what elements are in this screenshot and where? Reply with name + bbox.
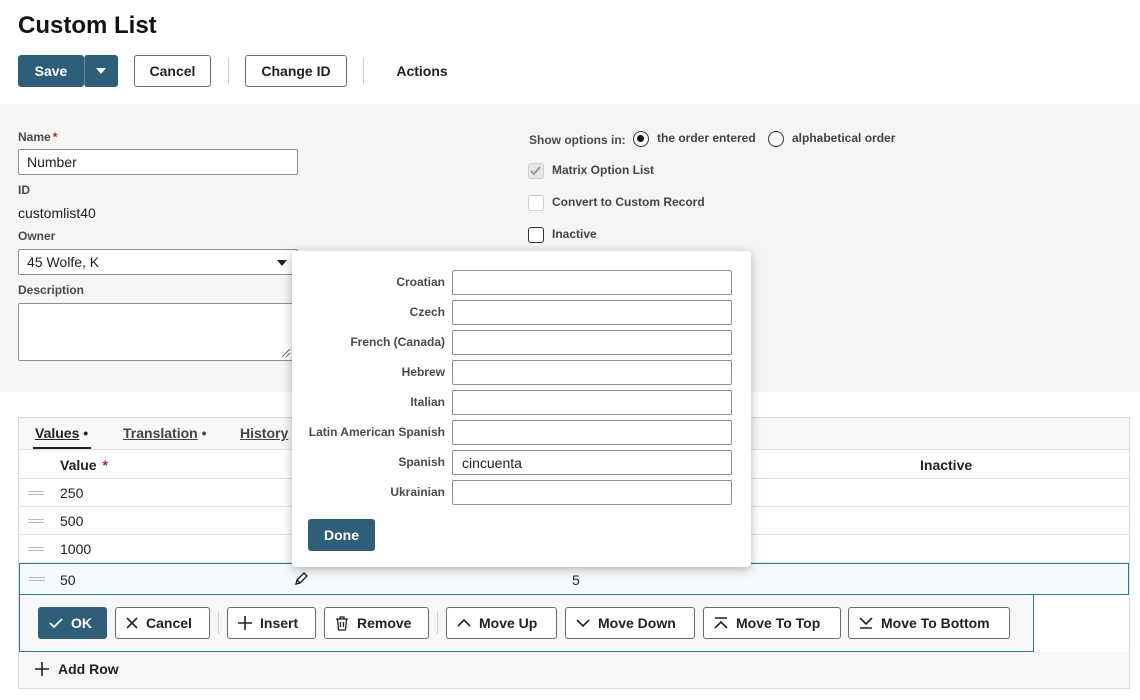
move-to-bottom-icon bbox=[859, 617, 873, 629]
edit-row[interactable]: 50 5 bbox=[19, 563, 1129, 595]
toolbar-divider bbox=[437, 612, 438, 634]
add-row-bar bbox=[19, 652, 1129, 688]
active-tab-indicator bbox=[33, 447, 91, 449]
czech-input[interactable] bbox=[452, 300, 732, 325]
drag-handle-icon[interactable] bbox=[28, 547, 44, 551]
move-up-button[interactable]: Move Up bbox=[446, 607, 557, 639]
radio-order-entered-label: the order entered bbox=[657, 131, 756, 145]
translation-popup: Croatian Czech French (Canada) Hebrew It… bbox=[292, 251, 751, 567]
move-to-top-button[interactable]: Move To Top bbox=[703, 607, 841, 639]
matrix-option-checkbox bbox=[528, 163, 544, 179]
owner-label: Owner bbox=[18, 229, 56, 243]
resize-handle-icon[interactable] bbox=[281, 348, 291, 358]
radio-alphabetical[interactable] bbox=[768, 131, 784, 147]
radio-order-entered[interactable] bbox=[633, 131, 649, 147]
italian-input[interactable] bbox=[452, 390, 732, 415]
row-value: 1000 bbox=[60, 541, 92, 557]
show-options-label: Show options in: bbox=[529, 133, 626, 147]
owner-select[interactable]: 45 Wolfe, K bbox=[18, 249, 298, 275]
ok-button[interactable]: OK bbox=[38, 607, 107, 639]
row-edit-toolbar: OK Cancel Insert Remove Move Up Move Dow… bbox=[19, 595, 1034, 652]
toolbar-divider bbox=[218, 612, 219, 634]
translation-label: Croatian bbox=[396, 275, 445, 289]
translation-label: Italian bbox=[410, 395, 445, 409]
convert-custom-record-label: Convert to Custom Record bbox=[552, 195, 705, 209]
tab-values[interactable]: Values • bbox=[35, 425, 88, 441]
name-input[interactable]: Number bbox=[18, 149, 298, 175]
row-value: 250 bbox=[60, 485, 84, 501]
value-column-header: Value * bbox=[60, 457, 108, 473]
save-menu-button[interactable] bbox=[84, 55, 118, 87]
spanish-input[interactable]: cincuenta bbox=[452, 450, 732, 475]
done-button[interactable]: Done bbox=[308, 519, 375, 551]
inactive-column-header: Inactive bbox=[920, 457, 973, 473]
latin-american-spanish-input[interactable] bbox=[452, 420, 732, 445]
cancel-button[interactable]: Cancel bbox=[134, 55, 211, 87]
caret-down-icon bbox=[277, 260, 287, 266]
ukrainian-input[interactable] bbox=[452, 480, 732, 505]
trash-icon bbox=[336, 615, 348, 631]
id-label: ID bbox=[18, 183, 30, 197]
matrix-option-label: Matrix Option List bbox=[552, 163, 654, 177]
move-down-button[interactable]: Move Down bbox=[565, 607, 695, 639]
page-title: Custom List bbox=[18, 12, 157, 39]
insert-button[interactable]: Insert bbox=[227, 607, 316, 639]
translation-label: French (Canada) bbox=[350, 335, 445, 349]
inactive-label: Inactive bbox=[552, 227, 597, 241]
translation-label: Spanish bbox=[398, 455, 445, 469]
hebrew-input[interactable] bbox=[452, 360, 732, 385]
add-row-button[interactable]: Add Row bbox=[35, 661, 119, 677]
description-label: Description bbox=[18, 283, 85, 297]
row-cancel-button[interactable]: Cancel bbox=[115, 607, 210, 639]
toolbar-divider bbox=[363, 58, 364, 84]
save-button[interactable]: Save bbox=[18, 55, 84, 87]
drag-handle-icon[interactable] bbox=[28, 519, 44, 523]
translation-label: Hebrew bbox=[401, 365, 445, 379]
inactive-checkbox[interactable] bbox=[528, 227, 544, 243]
owner-value: 45 Wolfe, K bbox=[27, 254, 100, 270]
translation-label: Ukrainian bbox=[390, 485, 445, 499]
french-canada-input[interactable] bbox=[452, 330, 732, 355]
translation-label: Latin American Spanish bbox=[308, 425, 445, 439]
edit-row-order: 5 bbox=[572, 572, 580, 588]
plus-icon bbox=[35, 662, 49, 676]
row-value: 500 bbox=[60, 513, 84, 529]
caret-down-icon bbox=[96, 68, 106, 74]
chevron-down-icon bbox=[576, 619, 590, 627]
radio-alphabetical-label: alphabetical order bbox=[792, 131, 896, 145]
check-icon bbox=[530, 166, 541, 176]
id-value: customlist40 bbox=[18, 205, 96, 221]
check-icon bbox=[49, 618, 63, 629]
pencil-icon[interactable] bbox=[293, 571, 309, 587]
plus-icon bbox=[238, 616, 252, 630]
drag-handle-icon[interactable] bbox=[28, 491, 44, 495]
croatian-input[interactable] bbox=[452, 270, 732, 295]
name-label: Name * bbox=[18, 130, 58, 144]
chevron-up-icon bbox=[457, 619, 471, 627]
tab-translation[interactable]: Translation • bbox=[123, 425, 206, 441]
change-id-button[interactable]: Change ID bbox=[245, 55, 347, 87]
actions-menu[interactable]: Actions bbox=[382, 55, 462, 87]
required-mark: * bbox=[52, 130, 58, 144]
drag-handle-icon[interactable] bbox=[29, 577, 45, 581]
convert-custom-record-checkbox bbox=[528, 195, 544, 211]
translation-label: Czech bbox=[409, 305, 445, 319]
move-to-bottom-button[interactable]: Move To Bottom bbox=[848, 607, 1010, 639]
move-to-top-icon bbox=[714, 617, 728, 629]
edit-row-value[interactable]: 50 bbox=[60, 572, 76, 588]
remove-button[interactable]: Remove bbox=[324, 607, 429, 639]
tab-history[interactable]: History bbox=[240, 425, 288, 441]
toolbar-divider bbox=[228, 58, 229, 84]
description-textarea[interactable] bbox=[18, 303, 294, 361]
close-icon bbox=[126, 617, 138, 629]
